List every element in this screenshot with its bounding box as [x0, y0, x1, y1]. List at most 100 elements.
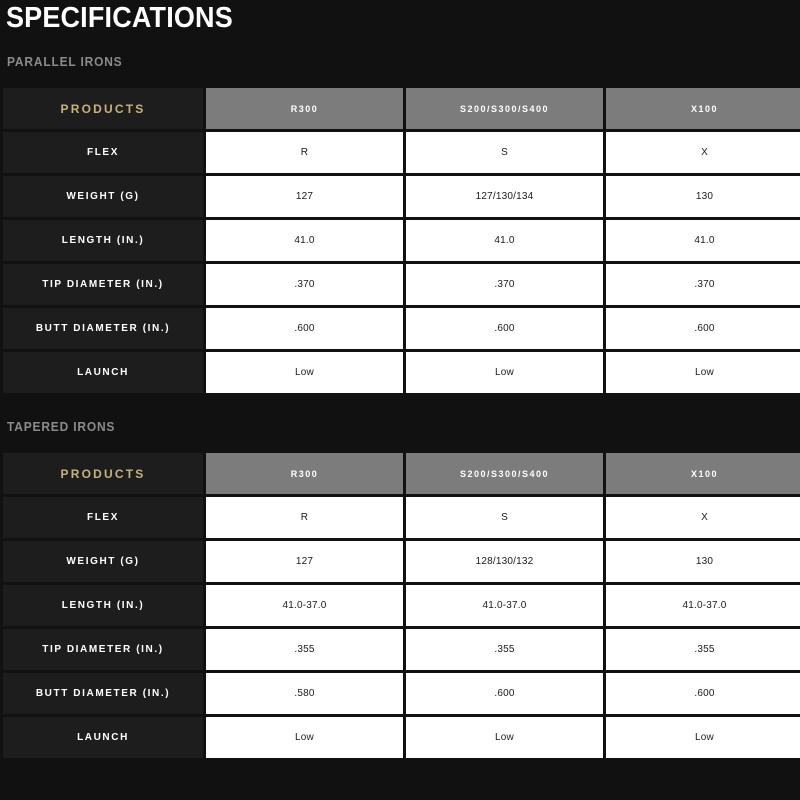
data-cell: .580: [206, 673, 403, 714]
row-label-cell: BUTT DIAMETER (IN.): [3, 308, 203, 349]
data-value: Low: [495, 731, 514, 743]
data-cell: 41.0: [406, 220, 603, 261]
data-value: .370: [494, 278, 515, 290]
data-value: .355: [494, 643, 515, 655]
data-cell: 130: [606, 541, 800, 582]
table-header-row: PRODUCTS R300 S200/S300/S400 X100: [3, 88, 800, 129]
data-cell: 127: [206, 541, 403, 582]
products-header-cell: PRODUCTS: [3, 88, 203, 129]
table-row: LAUNCH Low Low Low: [3, 717, 800, 758]
table-header-row: PRODUCTS R300 S200/S300/S400 X100: [3, 453, 800, 494]
data-cell: R: [206, 132, 403, 173]
row-label-cell: TIP DIAMETER (IN.): [3, 264, 203, 305]
data-value: .370: [694, 278, 715, 290]
data-cell: 41.0-37.0: [206, 585, 403, 626]
data-value: 130: [695, 190, 714, 202]
row-label-cell: WEIGHT (G): [3, 176, 203, 217]
data-cell: .355: [206, 629, 403, 670]
row-label-cell: LAUNCH: [3, 717, 203, 758]
data-cell: 41.0-37.0: [606, 585, 800, 626]
data-cell: Low: [206, 352, 403, 393]
data-cell: Low: [606, 717, 800, 758]
data-cell: X: [606, 497, 800, 538]
data-cell: .370: [406, 264, 603, 305]
data-value: .580: [294, 687, 315, 699]
data-value: Low: [695, 366, 714, 378]
table-row: BUTT DIAMETER (IN.) .600 .600 .600: [3, 308, 800, 349]
data-value: Low: [295, 366, 314, 378]
row-label-cell: LENGTH (IN.): [3, 220, 203, 261]
column-header-cell: X100: [606, 88, 800, 129]
products-header-cell: PRODUCTS: [3, 453, 203, 494]
row-label-cell: WEIGHT (G): [3, 541, 203, 582]
column-header-cell: R300: [206, 88, 403, 129]
data-cell: .600: [606, 308, 800, 349]
products-label: PRODUCTS: [60, 466, 146, 481]
data-cell: .355: [406, 629, 603, 670]
row-label: WEIGHT (G): [66, 555, 140, 567]
row-label: LAUNCH: [77, 366, 129, 378]
data-value: X: [701, 511, 708, 523]
data-value: Low: [495, 366, 514, 378]
row-label: BUTT DIAMETER (IN.): [35, 687, 171, 699]
data-cell: 41.0-37.0: [406, 585, 603, 626]
column-header-label: X100: [690, 468, 719, 479]
table-row: WEIGHT (G) 127 127/130/134 130: [3, 176, 800, 217]
data-cell: .355: [606, 629, 800, 670]
data-cell: S: [406, 497, 603, 538]
data-value: .600: [694, 687, 715, 699]
column-header-cell: X100: [606, 453, 800, 494]
table-row: WEIGHT (G) 127 128/130/132 130: [3, 541, 800, 582]
row-label: BUTT DIAMETER (IN.): [35, 322, 171, 334]
row-label-cell: FLEX: [3, 497, 203, 538]
data-value: .600: [294, 322, 315, 334]
data-cell: X: [606, 132, 800, 173]
data-cell: 41.0: [606, 220, 800, 261]
row-label-cell: LENGTH (IN.): [3, 585, 203, 626]
data-value: 41.0-37.0: [282, 599, 327, 611]
data-value: R: [300, 511, 309, 523]
data-cell: .600: [606, 673, 800, 714]
table-row: LAUNCH Low Low Low: [3, 352, 800, 393]
specs-table-parallel-irons: PRODUCTS R300 S200/S300/S400 X100 FLEX R…: [0, 85, 800, 396]
data-cell: .600: [406, 308, 603, 349]
data-value: 127: [295, 555, 314, 567]
column-header-cell: S200/S300/S400: [406, 453, 603, 494]
data-cell: Low: [606, 352, 800, 393]
row-label-cell: LAUNCH: [3, 352, 203, 393]
table-row: FLEX R S X: [3, 497, 800, 538]
table-row: TIP DIAMETER (IN.) .355 .355 .355: [3, 629, 800, 670]
data-value: 41.0: [694, 234, 715, 246]
data-cell: .600: [406, 673, 603, 714]
column-header-label: X100: [690, 103, 719, 114]
data-value: Low: [295, 731, 314, 743]
specs-table-tapered-irons: PRODUCTS R300 S200/S300/S400 X100 FLEX R…: [0, 450, 800, 761]
data-cell: 127/130/134: [406, 176, 603, 217]
page-title: SPECIFICATIONS: [6, 2, 233, 34]
row-label: TIP DIAMETER (IN.): [42, 278, 164, 290]
data-value: 127/130/134: [475, 190, 534, 202]
section-label-parallel-irons: PARALLEL IRONS: [7, 54, 123, 69]
column-header-label: S200/S300/S400: [459, 468, 550, 479]
column-header-label: R300: [290, 103, 319, 114]
data-cell: Low: [406, 352, 603, 393]
data-value: 41.0-37.0: [682, 599, 727, 611]
table-row: LENGTH (IN.) 41.0 41.0 41.0: [3, 220, 800, 261]
products-label: PRODUCTS: [60, 101, 146, 116]
row-label-cell: FLEX: [3, 132, 203, 173]
data-cell: Low: [206, 717, 403, 758]
data-cell: 127: [206, 176, 403, 217]
column-header-cell: R300: [206, 453, 403, 494]
table-row: TIP DIAMETER (IN.) .370 .370 .370: [3, 264, 800, 305]
data-cell: .370: [606, 264, 800, 305]
data-cell: 130: [606, 176, 800, 217]
data-cell: .600: [206, 308, 403, 349]
row-label-cell: TIP DIAMETER (IN.): [3, 629, 203, 670]
data-value: 128/130/132: [475, 555, 534, 567]
data-value: .370: [294, 278, 315, 290]
table-row: LENGTH (IN.) 41.0-37.0 41.0-37.0 41.0-37…: [3, 585, 800, 626]
data-value: .355: [694, 643, 715, 655]
row-label: FLEX: [87, 146, 119, 158]
row-label: TIP DIAMETER (IN.): [42, 643, 164, 655]
table-row: FLEX R S X: [3, 132, 800, 173]
